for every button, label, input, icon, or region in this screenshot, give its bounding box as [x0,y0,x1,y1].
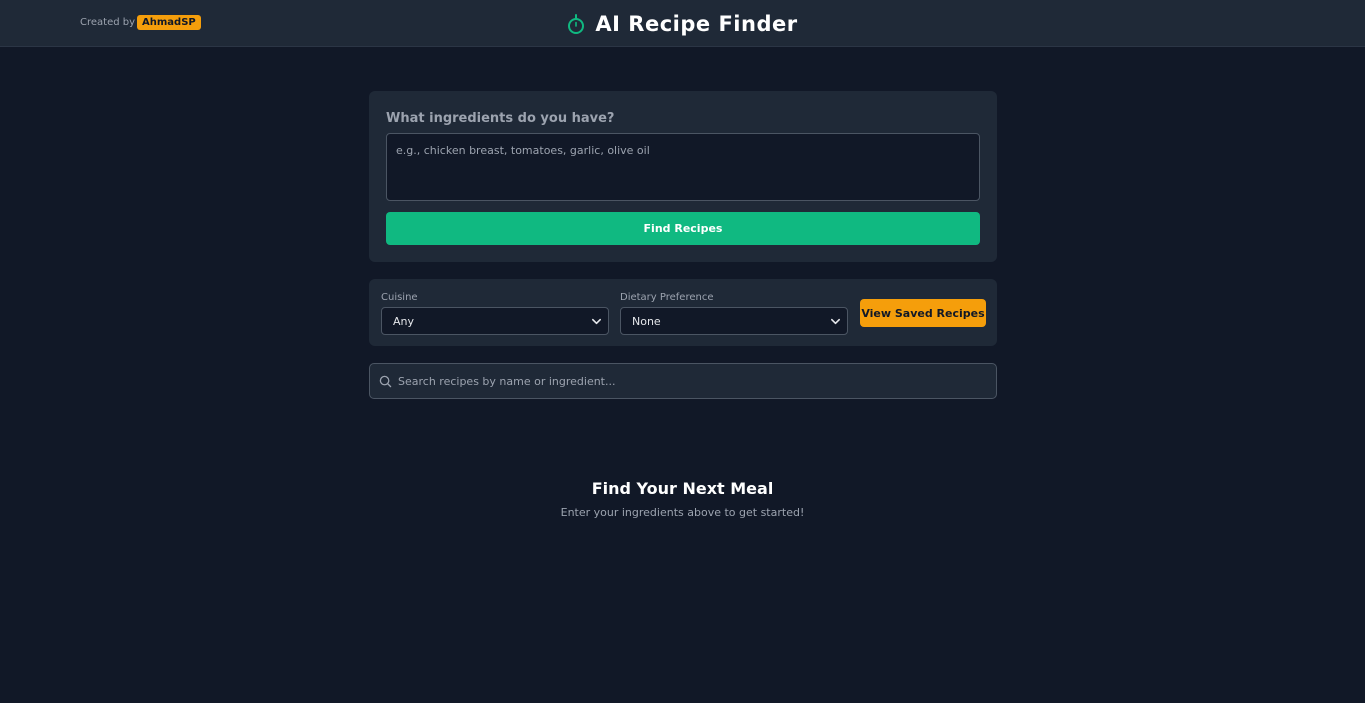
app-header: Created by AhmadSP AI Recipe Finder [0,0,1365,47]
chevron-down-icon [592,318,601,324]
dietary-label: Dietary Preference [620,292,714,303]
find-recipes-button[interactable]: Find Recipes [386,212,980,245]
cuisine-select[interactable]: Any [381,307,609,335]
recipe-search [369,363,997,399]
ingredients-label: What ingredients do you have? [386,111,615,126]
filters-card: Cuisine Any Dietary Preference None View… [369,279,997,346]
dietary-value: None [632,314,661,328]
chevron-down-icon [831,318,840,324]
ingredients-input[interactable] [386,133,980,201]
cuisine-value: Any [393,314,415,328]
view-saved-recipes-button[interactable]: View Saved Recipes [860,299,986,327]
timer-icon [568,13,585,34]
search-input[interactable] [398,364,988,398]
dietary-select[interactable]: None [620,307,848,335]
search-icon [379,375,392,388]
empty-state-title: Find Your Next Meal [591,479,774,498]
app-title: AI Recipe Finder [595,11,798,36]
cuisine-label: Cuisine [381,292,418,303]
empty-state-subtitle: Enter your ingredients above to get star… [560,506,805,519]
brand: AI Recipe Finder [0,0,1365,47]
ingredients-card: What ingredients do you have? Find Recip… [369,91,997,262]
